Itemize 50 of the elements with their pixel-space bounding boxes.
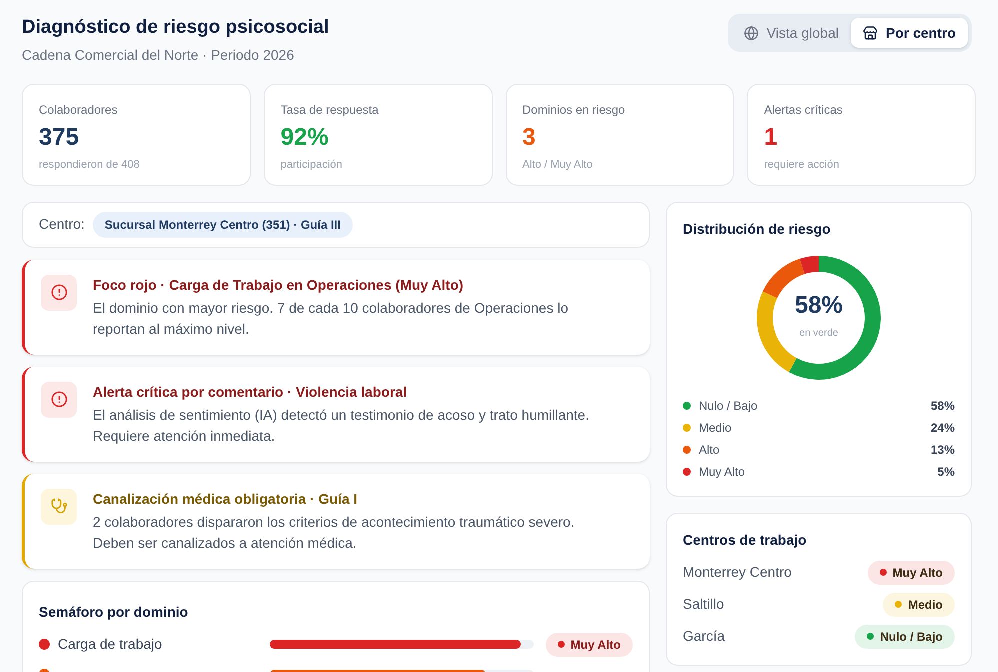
card-title: Distribución de riesgo	[683, 220, 832, 239]
legend-value: 13%	[930, 442, 955, 458]
alert-icon	[50, 391, 68, 408]
alert-title: Foco rojo · Carga de Trabajo en Operaciones (Muy Alto)	[93, 276, 465, 295]
center-value: 58%	[794, 294, 844, 318]
legend-value: 24%	[930, 420, 955, 436]
risk-badge: Medio	[883, 592, 955, 616]
stat-value: 92%	[280, 122, 330, 152]
stat-value: 1	[764, 122, 779, 152]
legend-label: Muy Alto	[699, 464, 746, 480]
alert-text: 2 colaboradores dispararon los criterios de acontecimiento traumático severo. Deben ser canalizados a atención médica.	[93, 512, 576, 552]
stat-note: requiere acción	[764, 158, 840, 172]
legend-value: 58%	[930, 398, 955, 414]
risk-badge: Nulo / Bajo	[855, 624, 955, 648]
center-label: en verde	[800, 327, 838, 341]
card-title: Centros de trabajo	[683, 530, 808, 550]
view-tab[interactable]: Vista global	[732, 18, 851, 48]
alert-text: El análisis de sentimiento (IA) detectó un testimonio de acoso y trato humillante. Requiere atención inmediata.	[93, 406, 590, 446]
stat-label: Alertas críticas	[764, 102, 844, 118]
center-name: Saltillo	[683, 595, 724, 614]
view-tab[interactable]: Por centro	[850, 18, 968, 48]
risk-badge: Muy Alto	[868, 560, 955, 584]
risk-badge: Muy Alto	[546, 632, 633, 656]
domain-label: Carga de trabajo	[58, 635, 164, 654]
stat-note: Alto / Muy Alto	[522, 158, 594, 172]
legend-label: Alto	[699, 442, 720, 458]
stethoscope-icon	[50, 498, 68, 515]
alert-title: Canalización médica obligatoria · Guía I	[93, 490, 359, 509]
stat-value: 3	[522, 122, 537, 152]
stat-value: 375	[39, 122, 80, 152]
stat-label: Tasa de respuesta	[280, 102, 380, 118]
legend-value: 5%	[938, 464, 955, 480]
store-icon	[862, 26, 878, 40]
center-chip[interactable]: Sucursal Monterrey Centro (351) · Guía III	[92, 212, 353, 238]
alert-icon	[50, 284, 68, 301]
alert-text: El dominio con mayor riesgo. 7 de cada 10 colaboradores de Operaciones lo reportan al máximo nivel.	[93, 298, 570, 339]
stat-label: Colaboradores	[39, 102, 119, 118]
stat-note: respondieron de 408	[39, 158, 141, 172]
legend-label: Nulo / Bajo	[699, 398, 758, 414]
stat-note: participación	[280, 158, 344, 172]
page-title: Diagnóstico de riesgo psicosocial	[22, 16, 330, 40]
center-name: García	[683, 627, 726, 646]
center-name: Monterrey Centro	[683, 563, 792, 582]
stat-label: Dominios en riesgo	[522, 102, 626, 118]
legend-label: Medio	[699, 420, 732, 436]
card-title: Semáforo por dominio	[39, 602, 190, 622]
globe-icon	[744, 26, 759, 40]
alert-title: Alerta crítica por comentario · Violencia laboral	[93, 382, 408, 402]
page-subtitle: Cadena Comercial del Norte · Periodo 2026	[22, 46, 296, 64]
center-filter-label: Centro:	[39, 215, 85, 234]
